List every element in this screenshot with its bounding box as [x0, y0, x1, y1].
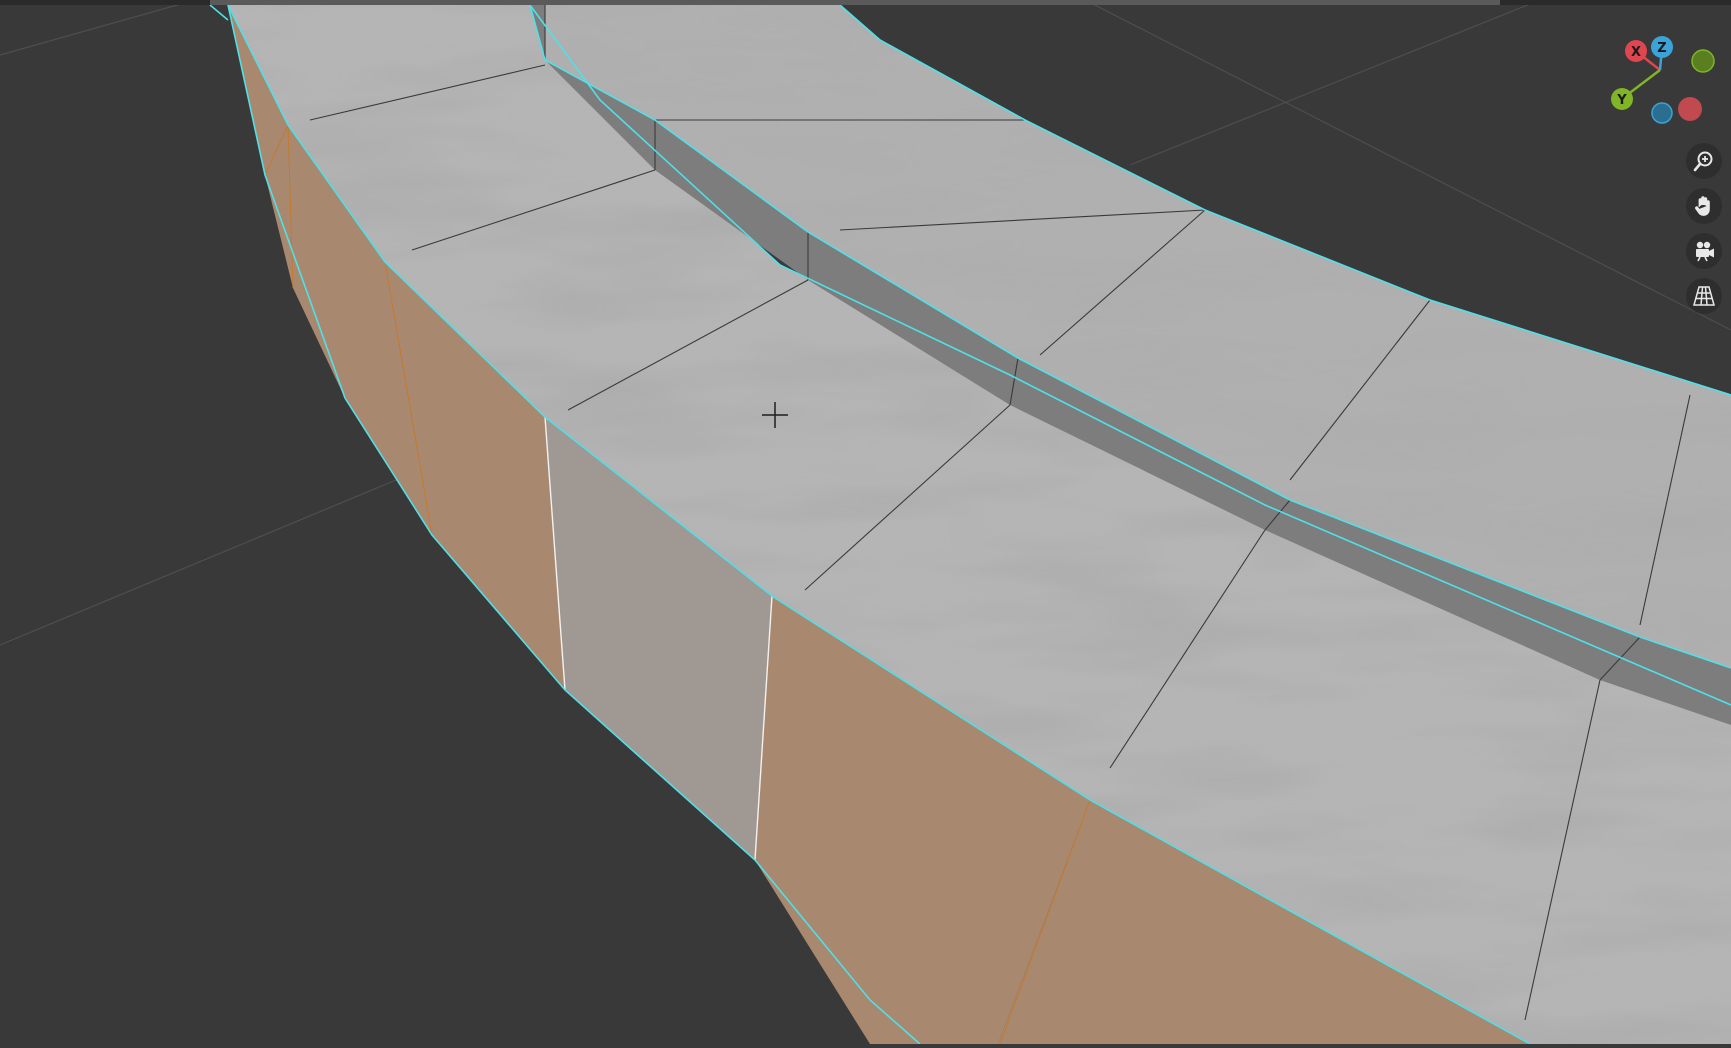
gizmo-x-label: X: [1631, 45, 1641, 60]
gizmo-x-handle[interactable]: X: [1625, 40, 1647, 62]
gizmo-z-label: Z: [1657, 41, 1666, 56]
gizmo-neg-y-handle[interactable]: [1691, 49, 1715, 73]
perspective-grid-icon: [1693, 286, 1715, 306]
navigation-gizmo[interactable]: X Z Y: [1611, 36, 1715, 124]
camera-view-button[interactable]: [1686, 233, 1722, 269]
gizmo-neg-z-handle[interactable]: [1651, 102, 1673, 124]
gizmo-neg-x-handle[interactable]: [1678, 97, 1702, 121]
gizmo-y-handle[interactable]: Y: [1611, 88, 1633, 110]
zoom-button[interactable]: [1686, 143, 1722, 179]
pan-hand-icon: [1695, 196, 1710, 216]
gizmo-z-handle[interactable]: Z: [1651, 36, 1673, 58]
3d-viewport[interactable]: X Z Y: [0, 0, 1731, 1045]
pan-button[interactable]: [1686, 188, 1722, 224]
viewport-header-edge: [210, 0, 1500, 5]
gizmo-y-label: Y: [1616, 93, 1627, 108]
camera-icon: [1696, 241, 1714, 262]
perspective-toggle-button[interactable]: [1686, 278, 1722, 314]
zoom-magnifier-icon: [1693, 151, 1713, 172]
